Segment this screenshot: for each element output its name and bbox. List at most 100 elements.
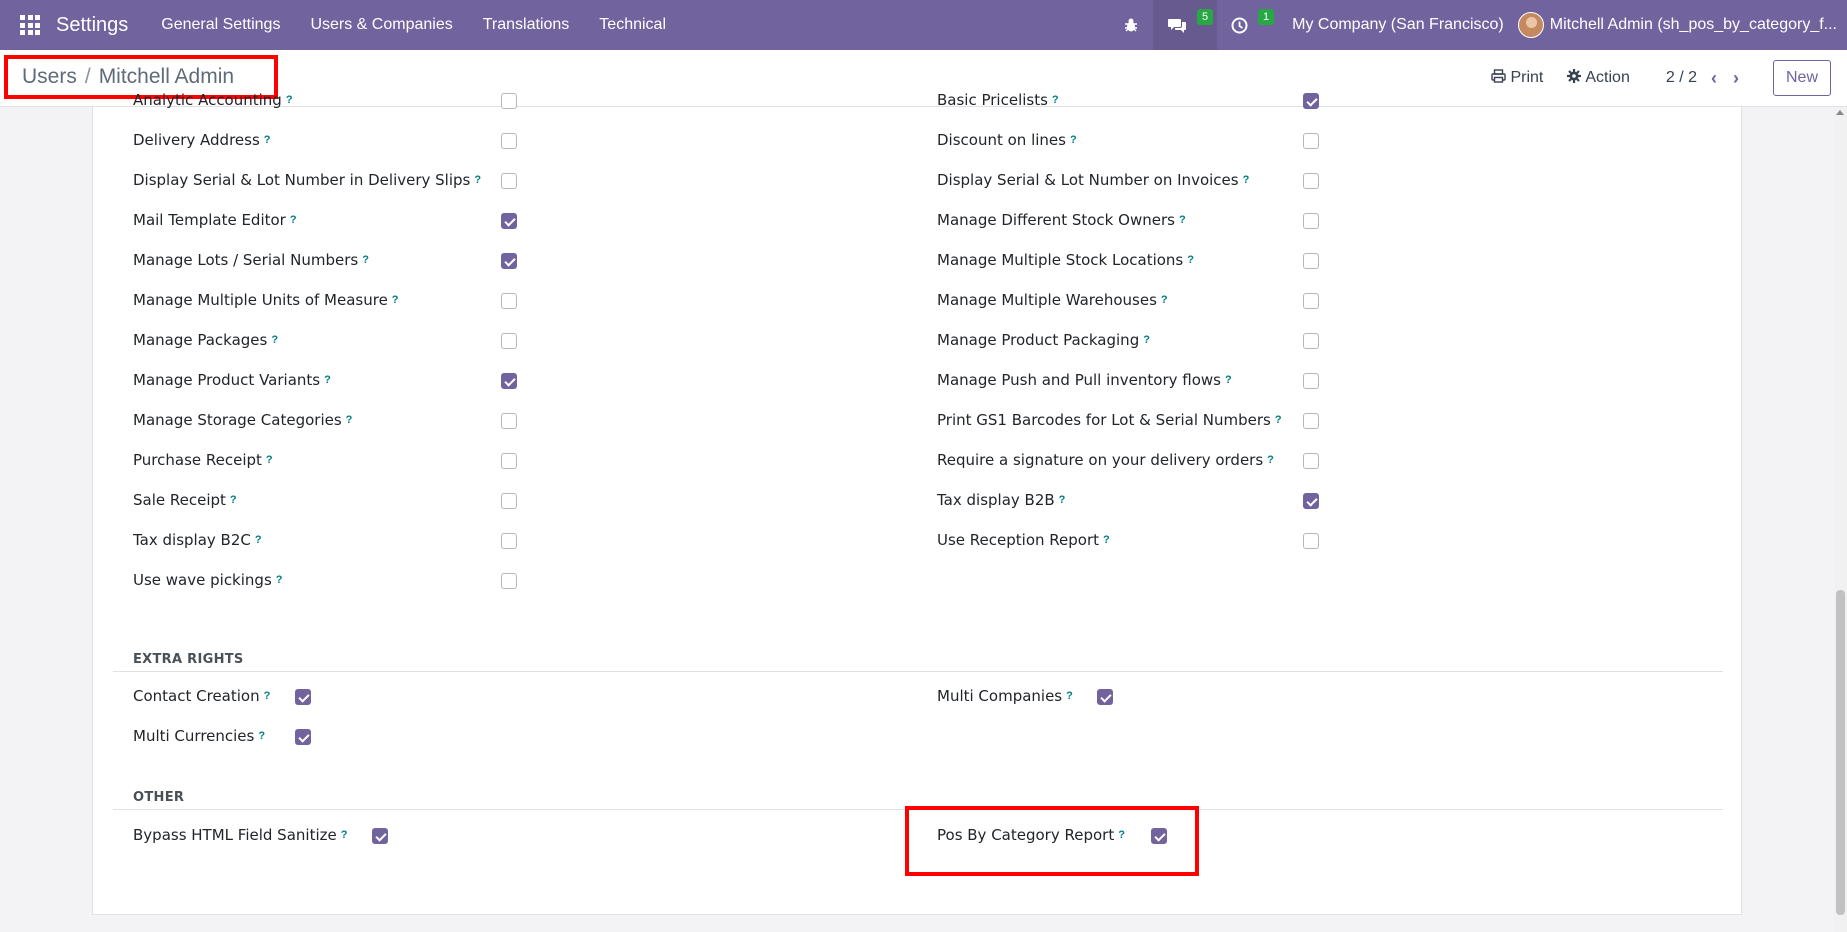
checkbox-sale-receipt[interactable] — [501, 493, 517, 509]
help-tooltip-icon[interactable]: ? — [1103, 534, 1110, 546]
help-tooltip-icon[interactable]: ? — [1243, 174, 1250, 186]
help-tooltip-icon[interactable]: ? — [276, 574, 283, 586]
checkbox-display-serial-lot-number-in-delivery-slips[interactable] — [501, 173, 517, 189]
checkbox-print-gs1-barcodes-for-lot-serial-numbers[interactable] — [1303, 413, 1319, 429]
debug-bug-icon[interactable] — [1109, 0, 1153, 50]
field-label: Manage Storage Categories — [133, 411, 342, 429]
field-row-delivery-address: Delivery Address? — [133, 129, 271, 151]
action-button[interactable]: Action — [1555, 69, 1641, 87]
print-button[interactable]: Print — [1479, 69, 1555, 87]
checkbox-manage-different-stock-owners[interactable] — [1303, 213, 1319, 229]
field-label: Tax display B2B — [937, 491, 1055, 509]
apps-menu-icon[interactable] — [20, 15, 40, 35]
checkbox-manage-storage-categories[interactable] — [501, 413, 517, 429]
checkbox-bypass-html-field-sanitize[interactable] — [372, 828, 388, 844]
messages-chat-icon[interactable]: 5 — [1153, 0, 1218, 50]
pager-value[interactable]: 2 / 2 — [1642, 69, 1703, 87]
field-label: Manage Multiple Units of Measure — [133, 291, 388, 309]
activities-clock-icon[interactable]: 1 — [1217, 0, 1278, 50]
checkbox-manage-packages[interactable] — [501, 333, 517, 349]
breadcrumb-separator: / — [84, 65, 91, 88]
field-label: Basic Pricelists — [937, 91, 1048, 109]
user-name: Mitchell Admin (sh_pos_by_category_f... — [1549, 16, 1837, 33]
help-tooltip-icon[interactable]: ? — [346, 414, 353, 426]
form-sheet: Analytic Accounting? Delivery Address? Dis… — [92, 91, 1742, 915]
help-tooltip-icon[interactable]: ? — [1179, 214, 1186, 226]
app-brand[interactable]: Settings — [56, 14, 128, 37]
help-tooltip-icon[interactable]: ? — [255, 534, 262, 546]
checkbox-use-wave-pickings[interactable] — [501, 573, 517, 589]
checkbox-manage-lots-serial-numbers[interactable] — [501, 253, 517, 269]
help-tooltip-icon[interactable]: ? — [324, 374, 331, 386]
help-tooltip-icon[interactable]: ? — [1187, 254, 1194, 266]
checkbox-manage-multiple-warehouses[interactable] — [1303, 293, 1319, 309]
field-label: Use wave pickings — [133, 571, 272, 589]
gear-icon — [1567, 69, 1582, 87]
scrollbar-thumb[interactable] — [1836, 590, 1845, 915]
pager-next-icon[interactable]: › — [1725, 68, 1747, 89]
help-tooltip-icon[interactable]: ? — [271, 334, 278, 346]
scroll-up-arrow-icon[interactable] — [1836, 110, 1844, 115]
help-tooltip-icon[interactable]: ? — [474, 174, 481, 186]
field-row-discount-on-lines: Discount on lines? — [937, 129, 1077, 151]
checkbox-tax-display-b2b[interactable] — [1303, 493, 1319, 509]
action-label: Action — [1585, 69, 1630, 86]
help-tooltip-icon[interactable]: ? — [392, 294, 399, 306]
checkbox-manage-multiple-stock-locations[interactable] — [1303, 253, 1319, 269]
checkbox-manage-product-variants[interactable] — [501, 373, 517, 389]
help-tooltip-icon[interactable]: ? — [1052, 94, 1059, 106]
checkbox-mail-template-editor[interactable] — [501, 213, 517, 229]
help-tooltip-icon[interactable]: ? — [266, 454, 273, 466]
checkbox-tax-display-b2c[interactable] — [501, 533, 517, 549]
field-row-manage-packages: Manage Packages? — [133, 329, 278, 351]
checkbox-contact-creation[interactable] — [295, 689, 311, 705]
checkbox-manage-product-packaging[interactable] — [1303, 333, 1319, 349]
help-tooltip-icon[interactable]: ? — [362, 254, 369, 266]
checkbox-basic-pricelists[interactable] — [1303, 93, 1319, 109]
help-tooltip-icon[interactable]: ? — [286, 94, 293, 106]
help-tooltip-icon[interactable]: ? — [1070, 134, 1077, 146]
help-tooltip-icon[interactable]: ? — [1275, 414, 1282, 426]
field-row-sale-receipt: Sale Receipt? — [133, 489, 237, 511]
help-tooltip-icon[interactable]: ? — [264, 134, 271, 146]
help-tooltip-icon[interactable]: ? — [341, 829, 348, 841]
checkbox-manage-push-and-pull-inventory-flows[interactable] — [1303, 373, 1319, 389]
checkbox-manage-multiple-units-of-measure[interactable] — [501, 293, 517, 309]
help-tooltip-icon[interactable]: ? — [258, 730, 265, 742]
company-switcher[interactable]: My Company (San Francisco) — [1278, 16, 1518, 34]
field-row-require-a-signature-on-your-delivery-orders: Require a signature on your delivery ord… — [937, 449, 1274, 471]
help-tooltip-icon[interactable]: ? — [1143, 334, 1150, 346]
help-tooltip-icon[interactable]: ? — [1225, 374, 1232, 386]
field-row-analytic-accounting: Analytic Accounting? — [133, 89, 293, 111]
field-row-print-gs1-barcodes-for-lot-serial-numbers: Print GS1 Barcodes for Lot & Serial Numb… — [937, 409, 1282, 431]
checkbox-display-serial-lot-number-on-invoices[interactable] — [1303, 173, 1319, 189]
breadcrumb-parent-users[interactable]: Users — [22, 65, 77, 89]
menu-general-settings[interactable]: General Settings — [146, 0, 295, 50]
pager-previous-icon[interactable]: ‹ — [1703, 68, 1725, 89]
help-tooltip-icon[interactable]: ? — [1161, 294, 1168, 306]
menu-technical[interactable]: Technical — [584, 0, 681, 50]
field-row-multi-companies: Multi Companies? — [937, 685, 1073, 707]
checkbox-analytic-accounting[interactable] — [501, 93, 517, 109]
help-tooltip-icon[interactable]: ? — [230, 494, 237, 506]
checkbox-use-reception-report[interactable] — [1303, 533, 1319, 549]
field-label: Mail Template Editor — [133, 211, 286, 229]
field-row-manage-multiple-units-of-measure: Manage Multiple Units of Measure? — [133, 289, 399, 311]
help-tooltip-icon[interactable]: ? — [1267, 454, 1274, 466]
checkbox-multi-companies[interactable] — [1097, 689, 1113, 705]
field-label: Manage Packages — [133, 331, 268, 349]
checkbox-discount-on-lines[interactable] — [1303, 133, 1319, 149]
checkbox-require-a-signature-on-your-delivery-orders[interactable] — [1303, 453, 1319, 469]
help-tooltip-icon[interactable]: ? — [290, 214, 297, 226]
help-tooltip-icon[interactable]: ? — [1059, 494, 1066, 506]
help-tooltip-icon[interactable]: ? — [264, 690, 271, 702]
new-button[interactable]: New — [1772, 60, 1831, 96]
field-label: Purchase Receipt — [133, 451, 262, 469]
help-tooltip-icon[interactable]: ? — [1066, 690, 1073, 702]
checkbox-multi-currencies[interactable] — [295, 729, 311, 745]
menu-users-companies[interactable]: Users & Companies — [295, 0, 467, 50]
user-menu[interactable]: Mitchell Admin (sh_pos_by_category_f... — [1517, 12, 1847, 38]
menu-translations[interactable]: Translations — [468, 0, 585, 50]
checkbox-purchase-receipt[interactable] — [501, 453, 517, 469]
checkbox-delivery-address[interactable] — [501, 133, 517, 149]
